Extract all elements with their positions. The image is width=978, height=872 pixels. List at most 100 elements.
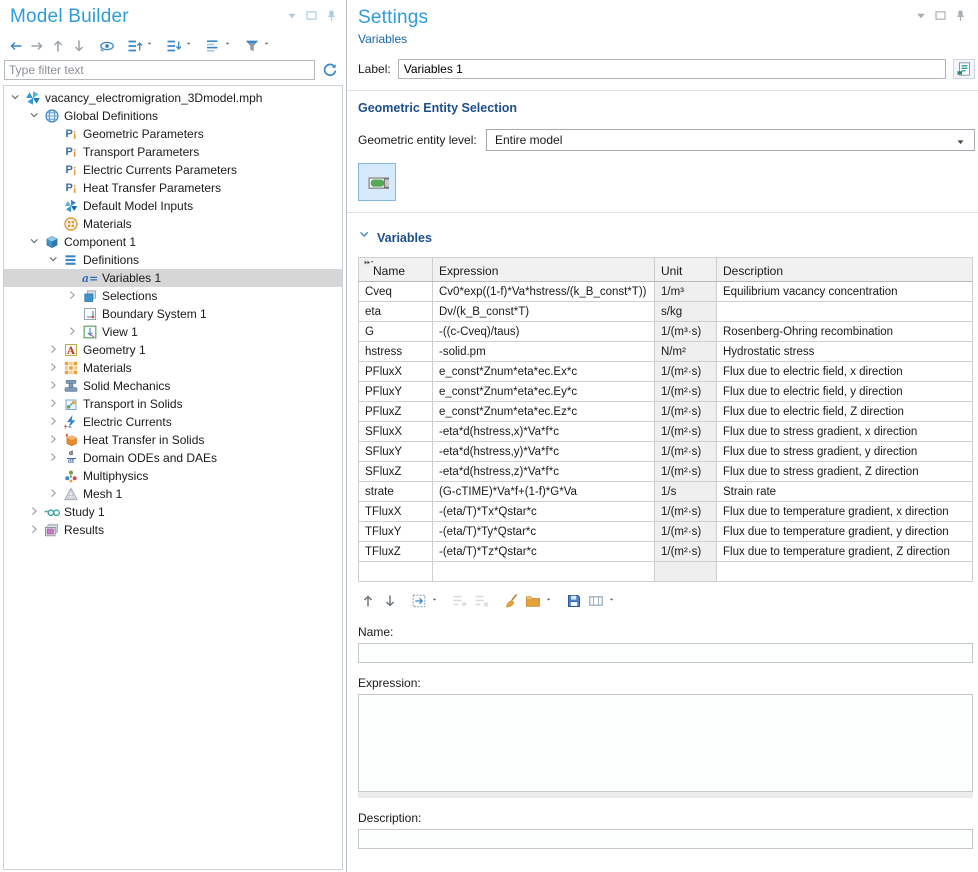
cell-description[interactable]: Flux due to stress gradient, x direction xyxy=(717,422,973,442)
forward-button[interactable] xyxy=(27,36,47,56)
tree-item-view-1[interactable]: View 1 xyxy=(4,323,342,341)
cell-unit[interactable]: s/kg xyxy=(655,302,717,322)
cell-expression[interactable]: -(eta/T)*Tx*Qstar*c xyxy=(433,502,655,522)
pin-icon[interactable] xyxy=(325,9,338,22)
tree-item-variables-1[interactable]: a=Variables 1 xyxy=(4,269,342,287)
tree-item-domain-odes-and-daes[interactable]: ddtDomain ODEs and DAEs xyxy=(4,449,342,467)
sort-rows-icon[interactable] xyxy=(361,259,377,269)
cell-expression[interactable]: -solid.pm xyxy=(433,342,655,362)
rename-icon[interactable] xyxy=(953,59,975,79)
tree-item-transport-parameters[interactable]: P¡Transport Parameters xyxy=(4,143,342,161)
expand-chevron-icon[interactable] xyxy=(46,415,62,429)
settings-breadcrumb[interactable]: Variables xyxy=(358,32,975,46)
cell-expression[interactable]: -eta*d(hstress,x)*Va*f*c xyxy=(433,422,655,442)
active-toggle-button[interactable] xyxy=(358,163,396,201)
cell-expression[interactable]: -(eta/T)*Ty*Qstar*c xyxy=(433,522,655,542)
tree-item-global-definitions[interactable]: Global Definitions xyxy=(4,107,342,125)
cell-description[interactable]: Rosenberg-Ohring recombination xyxy=(717,322,973,342)
cell-name[interactable]: TFluxZ xyxy=(359,542,433,562)
save-to-file-button[interactable] xyxy=(564,591,584,611)
move-up-button[interactable] xyxy=(358,591,378,611)
expand-chevron-icon[interactable] xyxy=(65,289,81,303)
expression-scrollbar[interactable] xyxy=(358,792,973,798)
cell-unit[interactable]: 1/(m²·s) xyxy=(655,402,717,422)
cell-description[interactable]: Flux due to electric field, Z direction xyxy=(717,402,973,422)
pin-icon[interactable] xyxy=(954,9,967,22)
table-display-dropdown-icon[interactable] xyxy=(609,597,618,606)
cell-expression[interactable]: -eta*d(hstress,z)*Va*f*c xyxy=(433,462,655,482)
collapse-chevron-icon[interactable] xyxy=(27,235,43,249)
filter-button[interactable] xyxy=(242,36,262,56)
move-to-dropdown-icon[interactable] xyxy=(432,597,441,606)
collapse-chevron-icon[interactable] xyxy=(8,91,24,105)
cell-description[interactable]: Flux due to temperature gradient, x dire… xyxy=(717,502,973,522)
geometric-entity-level-select[interactable]: Entire model xyxy=(486,129,975,151)
table-display-button[interactable] xyxy=(586,591,606,611)
column-header-unit[interactable]: Unit xyxy=(655,258,717,282)
expand-chevron-icon[interactable] xyxy=(46,361,62,375)
tree-item-electric-currents[interactable]: +−Electric Currents xyxy=(4,413,342,431)
tree-item-materials[interactable]: Materials xyxy=(4,215,342,233)
cell-description[interactable]: Strain rate xyxy=(717,482,973,502)
expand-chevron-icon[interactable] xyxy=(46,433,62,447)
cell-unit[interactable] xyxy=(655,562,717,582)
collapse-chevron-icon[interactable] xyxy=(27,109,43,123)
tree-item-definitions[interactable]: Definitions xyxy=(4,251,342,269)
move-down-button[interactable] xyxy=(380,591,400,611)
cell-unit[interactable]: 1/(m²·s) xyxy=(655,362,717,382)
cell-unit[interactable]: 1/m³ xyxy=(655,282,717,302)
filter-dropdown-icon[interactable] xyxy=(264,41,273,50)
expand-chevron-icon[interactable] xyxy=(27,523,43,537)
tree-item-heat-transfer-in-solids[interactable]: Heat Transfer in Solids xyxy=(4,431,342,449)
cell-expression[interactable]: e_const*Znum*eta*ec.Ey*c xyxy=(433,382,655,402)
expand-chevron-icon[interactable] xyxy=(46,397,62,411)
load-from-file-button[interactable] xyxy=(523,591,543,611)
collapse-chevron-icon[interactable] xyxy=(46,253,62,267)
collapse-all-button[interactable] xyxy=(125,36,145,56)
tree-item-geometric-parameters[interactable]: P¡Geometric Parameters xyxy=(4,125,342,143)
name-input[interactable] xyxy=(358,643,973,663)
cell-expression[interactable]: Cv0*exp((1-f)*Va*hstress/(k_B_const*T)) xyxy=(433,282,655,302)
expand-all-button[interactable] xyxy=(164,36,184,56)
cell-unit[interactable]: 1/(m³·s) xyxy=(655,322,717,342)
cell-unit[interactable]: 1/s xyxy=(655,482,717,502)
cell-unit[interactable]: 1/(m²·s) xyxy=(655,442,717,462)
tree-item-default-model-inputs[interactable]: Default Model Inputs xyxy=(4,197,342,215)
expand-all-dropdown-icon[interactable] xyxy=(186,41,195,50)
cell-description[interactable]: Flux due to temperature gradient, Z dire… xyxy=(717,542,973,562)
show-button[interactable] xyxy=(97,36,117,56)
cell-name[interactable]: hstress xyxy=(359,342,433,362)
expand-chevron-icon[interactable] xyxy=(46,343,62,357)
tree-item-boundary-system-1[interactable]: Boundary System 1 xyxy=(4,305,342,323)
tree-item-geometry-1[interactable]: AGeometry 1 xyxy=(4,341,342,359)
model-tree-node-text-button[interactable] xyxy=(203,36,223,56)
filter-input[interactable] xyxy=(4,60,315,80)
cell-description[interactable]: Flux due to electric field, y direction xyxy=(717,382,973,402)
cell-expression[interactable]: e_const*Znum*eta*ec.Ez*c xyxy=(433,402,655,422)
cell-expression[interactable]: -(eta/T)*Tz*Qstar*c xyxy=(433,542,655,562)
cell-name[interactable]: eta xyxy=(359,302,433,322)
cell-name[interactable]: TFluxX xyxy=(359,502,433,522)
tree-item-transport-in-solids[interactable]: Transport in Solids xyxy=(4,395,342,413)
tree-item-component-1[interactable]: Component 1 xyxy=(4,233,342,251)
cell-name[interactable]: SFluxY xyxy=(359,442,433,462)
cell-expression[interactable]: -((c-Cveq)/taus) xyxy=(433,322,655,342)
expand-chevron-icon[interactable] xyxy=(46,379,62,393)
cell-expression[interactable]: -eta*d(hstress,y)*Va*f*c xyxy=(433,442,655,462)
cell-name[interactable]: G xyxy=(359,322,433,342)
clear-table-button[interactable] xyxy=(501,591,521,611)
back-button[interactable] xyxy=(6,36,26,56)
float-window-icon[interactable] xyxy=(934,9,947,22)
expand-chevron-icon[interactable] xyxy=(65,325,81,339)
tree-item-multiphysics[interactable]: Multiphysics xyxy=(4,467,342,485)
tree-item-solid-mechanics[interactable]: Solid Mechanics xyxy=(4,377,342,395)
menu-caret-icon[interactable] xyxy=(285,9,298,22)
cell-name[interactable] xyxy=(359,562,433,582)
column-header-name[interactable]: Name xyxy=(359,258,433,282)
expand-chevron-icon[interactable] xyxy=(27,505,43,519)
cell-name[interactable]: PFluxX xyxy=(359,362,433,382)
cell-name[interactable]: TFluxY xyxy=(359,522,433,542)
cell-name[interactable]: SFluxX xyxy=(359,422,433,442)
cell-expression[interactable]: (G-cTIME)*Va*f+(1-f)*G*Va xyxy=(433,482,655,502)
cell-unit[interactable]: 1/(m²·s) xyxy=(655,422,717,442)
